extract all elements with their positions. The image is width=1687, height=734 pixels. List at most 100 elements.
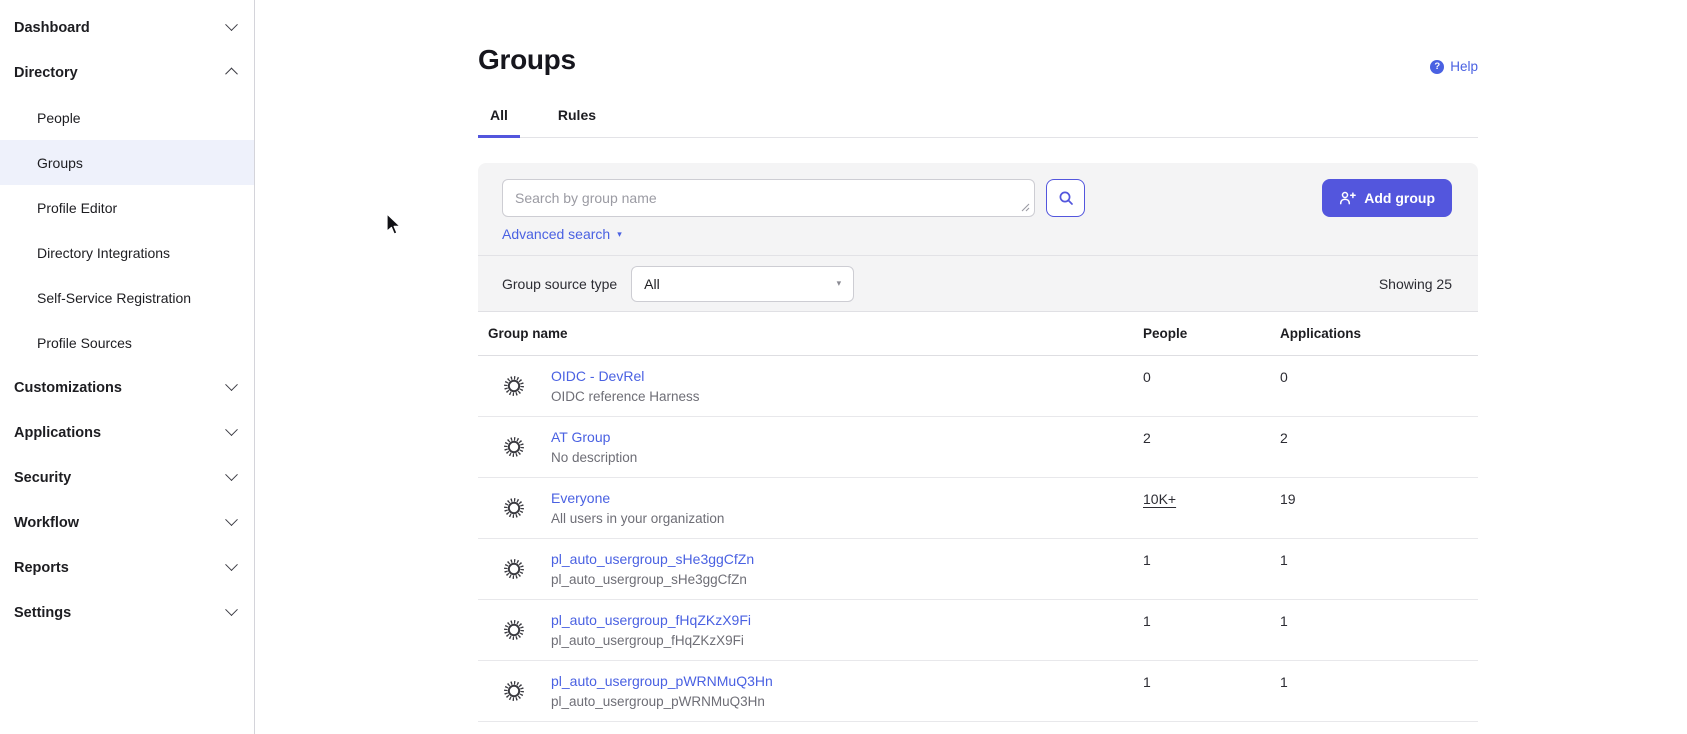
add-group-icon	[1339, 190, 1356, 206]
sidebar-item-label: Directory	[14, 65, 227, 81]
add-group-button[interactable]: Add group	[1322, 179, 1452, 217]
applications-count: 1	[1280, 552, 1288, 568]
people-count: 10K+	[1143, 491, 1176, 507]
sidebar-item-label: Dashboard	[14, 20, 227, 36]
page-title: Groups	[478, 44, 576, 76]
table-header: Group name People Applications	[478, 312, 1478, 356]
table-row: pl_auto_usergroup_sHe3ggCfZn pl_auto_use…	[478, 539, 1478, 600]
group-name-link[interactable]: AT Group	[551, 429, 610, 445]
search-input[interactable]	[502, 179, 1035, 217]
group-description: No description	[551, 450, 637, 465]
help-link[interactable]: ? Help	[1430, 59, 1478, 76]
group-name-link[interactable]: Everyone	[551, 490, 610, 506]
add-group-label: Add group	[1364, 190, 1435, 206]
advanced-search-label: Advanced search	[502, 226, 610, 242]
chevron-icon	[225, 513, 238, 526]
sidebar-item-label: People	[37, 110, 236, 126]
group-description: pl_auto_usergroup_sHe3ggCfZn	[551, 572, 754, 587]
people-count-cell: 2	[1143, 417, 1280, 477]
sidebar-item-label: Self-Service Registration	[37, 290, 236, 306]
table-row: OIDC - DevRel OIDC reference Harness 0 0	[478, 356, 1478, 417]
groups-table: Group name People Applications OIDC - De…	[478, 312, 1478, 722]
group-description: OIDC reference Harness	[551, 389, 700, 404]
table-row: pl_auto_usergroup_fHqZKzX9Fi pl_auto_use…	[478, 600, 1478, 661]
applications-count-cell: 19	[1280, 478, 1478, 538]
group-avatar-icon	[503, 558, 525, 580]
sidebar-item-label: Directory Integrations	[37, 245, 236, 261]
applications-count: 0	[1280, 369, 1288, 385]
page-header: Groups ? Help	[478, 44, 1478, 76]
sidebar-item-label: Settings	[14, 605, 227, 621]
sidebar-item-label: Applications	[14, 425, 227, 441]
sidebar-item-label: Workflow	[14, 515, 227, 531]
group-description: pl_auto_usergroup_pWRNMuQ3Hn	[551, 694, 773, 709]
main-area: Groups ? Help All Rules	[256, 0, 1687, 734]
sidebar-item[interactable]: Applications	[0, 410, 254, 455]
sidebar-item[interactable]: Settings	[0, 590, 254, 635]
caret-down-icon: ▾	[617, 230, 622, 239]
chevron-icon	[225, 18, 238, 31]
column-people: People	[1143, 326, 1280, 341]
advanced-search-link[interactable]: Advanced search ▾	[502, 226, 622, 242]
group-description: All users in your organization	[551, 511, 724, 526]
showing-count: Showing 25	[1379, 276, 1452, 292]
people-count-cell: 1	[1143, 661, 1280, 721]
sidebar-item[interactable]: Directory Integrations	[0, 230, 254, 275]
group-name-link[interactable]: pl_auto_usergroup_sHe3ggCfZn	[551, 551, 754, 567]
group-name-link[interactable]: OIDC - DevRel	[551, 368, 644, 384]
applications-count: 1	[1280, 613, 1288, 629]
sidebar-item[interactable]: Self-Service Registration	[0, 275, 254, 320]
group-name-link[interactable]: pl_auto_usergroup_pWRNMuQ3Hn	[551, 673, 773, 689]
sidebar-item[interactable]: Dashboard	[0, 5, 254, 50]
table-row: pl_auto_usergroup_pWRNMuQ3Hn pl_auto_use…	[478, 661, 1478, 722]
help-icon: ?	[1430, 60, 1444, 74]
sidebar-item-label: Groups	[37, 155, 236, 171]
applications-count: 2	[1280, 430, 1288, 446]
applications-count-cell: 1	[1280, 661, 1478, 721]
sidebar-item-label: Reports	[14, 560, 227, 576]
search-icon	[1058, 190, 1074, 206]
applications-count: 1	[1280, 674, 1288, 690]
search-button[interactable]	[1046, 179, 1085, 217]
sidebar-item[interactable]: Groups	[0, 140, 254, 185]
group-avatar-icon	[503, 619, 525, 641]
group-avatar-icon	[503, 375, 525, 397]
column-group-name: Group name	[478, 326, 1143, 341]
chevron-icon	[225, 468, 238, 481]
applications-count: 19	[1280, 491, 1296, 507]
group-source-type-select[interactable]: All ▾	[631, 266, 854, 302]
select-value: All	[644, 276, 660, 292]
applications-count-cell: 2	[1280, 417, 1478, 477]
applications-count-cell: 0	[1280, 356, 1478, 416]
chevron-icon	[225, 423, 238, 436]
sidebar-item-label: Profile Editor	[37, 200, 236, 216]
chevron-icon	[225, 68, 238, 81]
sidebar-item-label: Security	[14, 470, 227, 486]
sidebar-item[interactable]: People	[0, 95, 254, 140]
select-caret-icon: ▾	[837, 278, 842, 289]
column-applications: Applications	[1280, 326, 1478, 341]
people-count-cell: 0	[1143, 356, 1280, 416]
sidebar-item[interactable]: Reports	[0, 545, 254, 590]
sidebar-item[interactable]: Profile Sources	[0, 320, 254, 365]
chevron-icon	[225, 603, 238, 616]
sidebar-item[interactable]: Profile Editor	[0, 185, 254, 230]
people-count: 1	[1143, 674, 1151, 690]
table-row: AT Group No description 2 2	[478, 417, 1478, 478]
sidebar-item[interactable]: Workflow	[0, 500, 254, 545]
group-description: pl_auto_usergroup_fHqZKzX9Fi	[551, 633, 751, 648]
tab-all[interactable]: All	[478, 107, 520, 138]
sidebar-item[interactable]: Directory	[0, 50, 254, 95]
sidebar-item[interactable]: Customizations	[0, 365, 254, 410]
sidebar-item-label: Profile Sources	[37, 335, 236, 351]
applications-count-cell: 1	[1280, 600, 1478, 660]
search-field-wrap	[502, 179, 1035, 217]
sidebar-item[interactable]: Security	[0, 455, 254, 500]
group-avatar-icon	[503, 680, 525, 702]
group-name-link[interactable]: pl_auto_usergroup_fHqZKzX9Fi	[551, 612, 751, 628]
help-label: Help	[1450, 59, 1478, 74]
people-count: 2	[1143, 430, 1151, 446]
filter-panel: Add group Advanced search ▾ Group source…	[478, 163, 1478, 312]
group-avatar-icon	[503, 497, 525, 519]
tab-rules[interactable]: Rules	[546, 107, 608, 138]
